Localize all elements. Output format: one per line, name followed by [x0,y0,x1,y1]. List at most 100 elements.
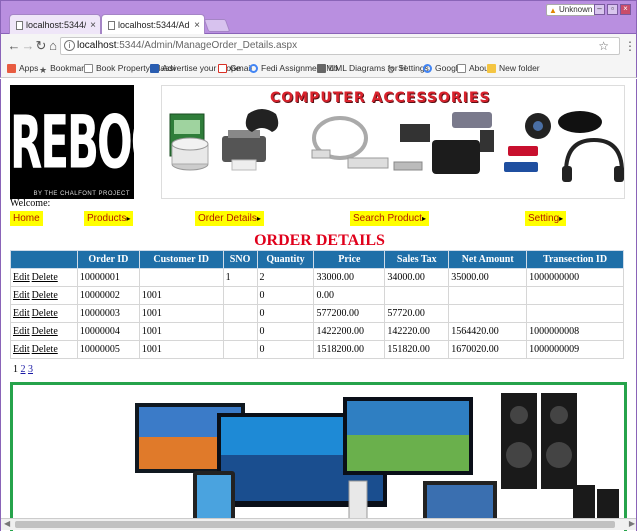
table-cell: 1000000008 [526,322,624,341]
table-cell: 1001 [138,322,224,341]
table-cell: 10000003 [76,304,140,323]
tab-admin[interactable]: localhost:5344/Admin/M × [101,14,205,35]
table-cell: 1518200.00 [313,340,386,359]
welcome-text: Welcome: [10,198,51,209]
table-cell: 1564420.00 [448,322,528,341]
table-cell: 10000002 [76,286,140,305]
edit-link[interactable]: Edit [13,308,30,319]
browser-toolbar: ← → ↻ ⌂ i localhost:5344/Admin/ManageOrd… [0,34,637,58]
arrow-right-icon: ▸ [256,214,261,223]
page-title: ORDER DETAILS [254,232,385,249]
close-icon[interactable]: × [90,20,96,31]
table-row: Edit Delete 10000005 1001 0 1518200.00 151820.… [10,340,624,359]
home-icon[interactable]: ⌂ [46,38,60,54]
arrow-right-icon: ▸ [559,214,564,223]
folder-icon [487,63,496,73]
gear-icon: ⚙ [387,64,396,75]
close-window-button[interactable]: × [620,4,631,15]
column-header: Sales Tax [384,250,450,269]
table-cell [222,340,258,359]
profile-badge[interactable]: ▲ Unknown [546,4,597,16]
table-cell [526,286,624,305]
table-cell: 1 [222,268,258,287]
minimize-button[interactable]: – [594,4,605,15]
delete-link[interactable]: Delete [32,308,58,319]
table-cell: 0 [256,286,315,305]
site-logo[interactable]: REBOOT! BY THE CHALFONT PROJECT [10,85,134,199]
address-host: localhost [77,40,117,51]
table-cell: 1001 [138,340,224,359]
table-row: Edit Delete 10000004 1001 0 1422200.00 142220.… [10,322,624,341]
horizontal-scrollbar[interactable]: ◀ ▶ [1,518,636,530]
electronics-illustration [135,393,619,527]
arrow-right-icon: ▸ [126,214,131,223]
nav-home[interactable]: Home [10,211,43,226]
page-content: REBOOT! BY THE CHALFONT PROJECT Welcome:… [0,79,637,531]
logo-subtitle: BY THE CHALFONT PROJECT [33,191,130,197]
address-bar[interactable]: i localhost:5344/Admin/ManageOrder_Detai… [60,37,620,55]
page-icon [108,20,115,30]
pagination: 1 2 3 [13,364,33,375]
table-cell: 142220.00 [384,322,450,341]
delete-link[interactable]: Delete [32,326,58,337]
delete-link[interactable]: Delete [32,290,58,301]
page-icon [84,63,93,73]
nav-products[interactable]: Products▸ [84,211,134,226]
bookmark-new-folder[interactable]: New folder [487,62,540,74]
column-header [10,250,78,269]
page-link[interactable]: 3 [28,364,33,375]
table-cell: 10000005 [76,340,140,359]
edit-link[interactable]: Edit [13,344,30,355]
delete-link[interactable]: Delete [32,344,58,355]
bookmarks-bar: Apps ★ Bookmarks Book Property Classi Adv… [0,58,637,78]
back-button[interactable]: ← [7,38,21,54]
edit-link[interactable]: Edit [13,290,30,301]
info-icon[interactable]: i [64,40,75,51]
table-cell [222,322,258,341]
warning-icon: ▲ [549,6,557,15]
nav-order-details[interactable]: Order Details▸ [195,211,264,226]
new-tab-button[interactable] [203,19,231,32]
scroll-right-icon[interactable]: ▶ [629,519,635,528]
nav-setting[interactable]: Setting▸ [525,211,567,226]
column-header: SNO [222,250,258,269]
order-details-table: Order ID Customer ID SNO Quantity Price … [10,250,624,359]
bookmark-gmail[interactable]: Gmail [218,62,252,74]
table-cell: 577200.00 [313,304,386,323]
accessories-illustration [169,109,624,182]
table-cell: 1001 [138,304,224,323]
table-cell: 35000.00 [448,268,528,287]
column-header: Price [313,250,386,269]
tab-label: localhost:5344/Login.asp [26,20,87,30]
table-cell: 1000000009 [526,340,624,359]
maximize-button[interactable]: ▫ [607,4,618,15]
column-header: Net Amount [448,250,528,269]
star-icon: ★ [39,64,48,75]
tab-login[interactable]: localhost:5344/Login.asp × [9,14,101,35]
delete-link[interactable]: Delete [32,272,58,283]
table-cell: 10000004 [76,322,140,341]
scrollbar-thumb[interactable] [15,521,615,528]
edit-link[interactable]: Edit [13,272,30,283]
google-icon [423,63,432,73]
page-link[interactable]: 2 [21,364,26,375]
column-header: Customer ID [138,250,224,269]
uml-icon [317,63,326,73]
bookmark-star-icon[interactable]: ☆ [598,38,609,54]
forward-button[interactable]: → [21,38,35,54]
bookmark-apps[interactable]: Apps [7,62,38,74]
nav-search-product[interactable]: Search Product▸ [350,211,429,226]
table-cell: 1001 [138,286,224,305]
tab-label: localhost:5344/Admin/M [118,20,190,30]
table-header-row: Order ID Customer ID SNO Quantity Price … [10,250,624,269]
edit-link[interactable]: Edit [13,326,30,337]
table-cell [384,286,450,305]
menu-icon[interactable]: ⋮ [624,39,636,53]
scroll-left-icon[interactable]: ◀ [4,519,10,528]
close-icon[interactable]: × [194,20,200,31]
table-cell [222,304,258,323]
table-cell: 57720.00 [384,304,450,323]
table-cell: 151820.00 [384,340,450,359]
google-icon [249,63,258,73]
table-cell [448,304,528,323]
